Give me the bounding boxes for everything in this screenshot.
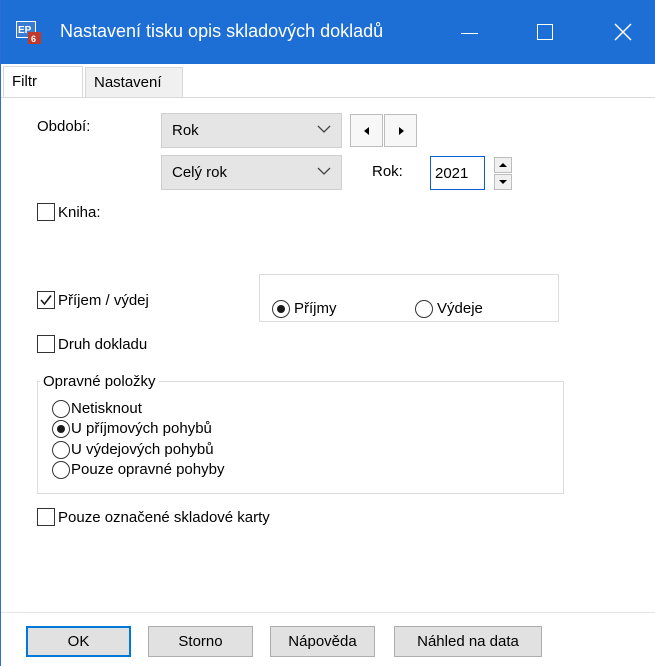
tab-divider [1, 97, 655, 98]
prijmy-label: Příjmy [294, 300, 337, 317]
maximize-button[interactable] [515, 0, 575, 64]
minimize-button[interactable] [439, 0, 499, 64]
kniha-checkbox[interactable] [37, 203, 55, 221]
svg-text:6: 6 [31, 34, 36, 44]
netisknout-label: Netisknout [71, 400, 142, 417]
vydeje-radio[interactable] [415, 300, 433, 318]
prijmy-radio[interactable] [272, 300, 290, 318]
period-range-value: Celý rok [172, 164, 228, 181]
u-vydejovych-radio[interactable] [52, 441, 70, 459]
period-label: Období: [37, 118, 91, 135]
arrow-left-icon [364, 127, 369, 135]
druh-dokladu-label: Druh dokladu [58, 336, 148, 353]
tab-filtr[interactable]: Filtr [3, 66, 83, 97]
opravne-group-title: Opravné položky [40, 373, 159, 390]
year-input[interactable] [430, 156, 485, 190]
year-spinner[interactable] [494, 157, 512, 190]
arrow-up-icon [499, 163, 507, 167]
pouze-opravne-label: Pouze opravné pohyby [71, 461, 225, 478]
title-bar[interactable]: EP 6 Nastavení tisku opis skladových dok… [1, 0, 655, 64]
pouze-oznacene-label: Pouze označené skladové karty [58, 509, 270, 526]
tab-nastaveni[interactable]: Nastavení [85, 67, 183, 97]
arrow-right-icon [399, 127, 404, 135]
arrow-down-icon [499, 180, 507, 184]
netisknout-radio[interactable] [52, 400, 70, 418]
vydeje-label: Výdeje [437, 300, 483, 317]
chevron-down-icon [317, 125, 331, 133]
maximize-icon [537, 24, 553, 40]
storno-button[interactable]: Storno [148, 626, 253, 657]
prijem-vydej-options: Příjmy Výdeje [259, 274, 559, 322]
u-prijmovych-label: U příjmových pohybů [71, 420, 212, 437]
period-range-select[interactable]: Celý rok [161, 155, 342, 190]
u-prijmovych-radio[interactable] [52, 420, 70, 438]
chevron-down-icon [317, 167, 331, 175]
druh-dokladu-checkbox[interactable] [37, 335, 55, 353]
napoveda-button[interactable]: Nápověda [270, 626, 375, 657]
year-up-button[interactable] [494, 157, 512, 173]
app-icon: EP 6 [16, 21, 41, 44]
year-down-button[interactable] [494, 174, 512, 190]
close-button[interactable] [593, 0, 653, 64]
period-type-value: Rok [172, 122, 199, 139]
u-vydejovych-label: U výdejových pohybů [71, 441, 214, 458]
nahled-button[interactable]: Náhled na data [394, 626, 542, 657]
pouze-opravne-radio[interactable] [52, 461, 70, 479]
period-next-button[interactable] [384, 114, 417, 147]
window-title: Nastavení tisku opis skladových dokladů [60, 21, 384, 41]
ok-button[interactable]: OK [26, 626, 131, 657]
period-prev-button[interactable] [350, 114, 383, 147]
minimize-icon [461, 33, 478, 34]
footer-divider [1, 612, 655, 613]
checkmark-icon [40, 295, 52, 306]
period-type-select[interactable]: Rok [161, 113, 342, 148]
close-icon [614, 23, 632, 41]
year-label: Rok: [372, 163, 403, 180]
prijem-vydej-label: Příjem / výdej [58, 292, 149, 309]
prijem-vydej-checkbox[interactable] [37, 291, 55, 309]
dialog-window: EP 6 Nastavení tisku opis skladových dok… [0, 0, 655, 666]
kniha-label: Kniha: [58, 204, 101, 221]
pouze-oznacene-checkbox[interactable] [37, 508, 55, 526]
